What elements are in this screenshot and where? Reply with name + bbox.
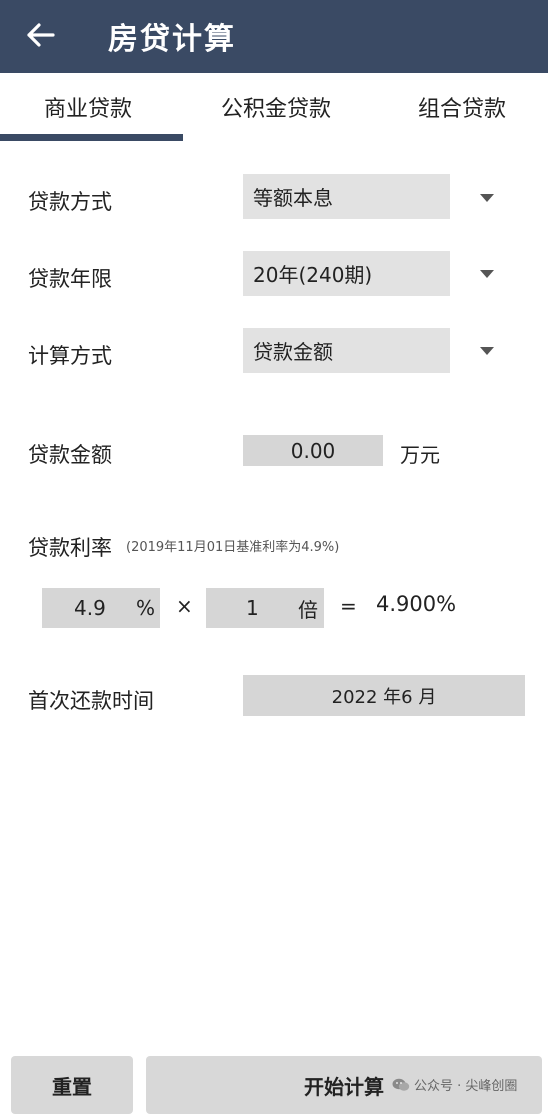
watermark-text: 公众号 · 尖峰创圈 bbox=[414, 1079, 518, 1094]
loan-type-tabs: 商业贷款 公积金贷款 组合贷款 bbox=[0, 73, 548, 143]
loan-rate-label: 贷款利率 bbox=[28, 536, 112, 560]
loan-term-label: 贷款年限 bbox=[28, 267, 112, 291]
tab-combined-loan[interactable]: 组合贷款 bbox=[418, 91, 506, 123]
calc-mode-dropdown-icon[interactable] bbox=[480, 347, 494, 355]
watermark: 公众号 · 尖峰创圈 bbox=[392, 1075, 517, 1094]
app-header: 房贷计算 bbox=[0, 0, 548, 73]
rate-multiplier-unit: 倍 bbox=[298, 597, 318, 622]
reset-button[interactable]: 重置 bbox=[11, 1056, 133, 1114]
loan-amount-label: 贷款金额 bbox=[28, 443, 112, 467]
loan-method-label: 贷款方式 bbox=[28, 190, 112, 214]
wechat-icon bbox=[392, 1078, 410, 1091]
first-repayment-label: 首次还款时间 bbox=[28, 689, 154, 713]
page-title: 房贷计算 bbox=[108, 22, 236, 57]
loan-term-select[interactable]: 20年(240期) bbox=[243, 251, 450, 296]
loan-amount-input[interactable]: 0.00 bbox=[243, 435, 383, 466]
back-arrow-icon bbox=[27, 23, 55, 47]
base-rate-unit: % bbox=[136, 596, 156, 620]
tab-provident-fund-loan[interactable]: 公积金贷款 bbox=[221, 91, 331, 123]
base-rate-input[interactable]: 4.9 % bbox=[42, 588, 160, 628]
rate-multiplier-input[interactable]: 1 倍 bbox=[206, 588, 324, 628]
times-symbol: × bbox=[176, 594, 193, 618]
equals-symbol: = bbox=[340, 594, 357, 618]
loan-method-select[interactable]: 等额本息 bbox=[243, 174, 450, 219]
loan-term-dropdown-icon[interactable] bbox=[480, 270, 494, 278]
back-button[interactable] bbox=[18, 12, 64, 58]
final-rate-result: 4.900% bbox=[376, 592, 457, 616]
base-rate-note: (2019年11月01日基准利率为4.9%) bbox=[126, 540, 340, 555]
active-tab-indicator bbox=[0, 134, 183, 141]
first-repayment-date-picker[interactable]: 2022 年6 月 bbox=[243, 675, 525, 716]
calc-mode-select[interactable]: 贷款金额 bbox=[243, 328, 450, 373]
mortgage-calculator-screen: 房贷计算 商业贷款 公积金贷款 组合贷款 贷款方式 等额本息 贷款年限 20年(… bbox=[0, 0, 548, 1114]
calc-mode-label: 计算方式 bbox=[28, 344, 112, 368]
base-rate-value: 4.9 bbox=[74, 596, 106, 620]
rate-multiplier-value: 1 bbox=[246, 596, 259, 620]
tab-commercial-loan[interactable]: 商业贷款 bbox=[44, 91, 132, 123]
loan-method-dropdown-icon[interactable] bbox=[480, 194, 494, 202]
loan-amount-unit: 万元 bbox=[400, 443, 440, 467]
